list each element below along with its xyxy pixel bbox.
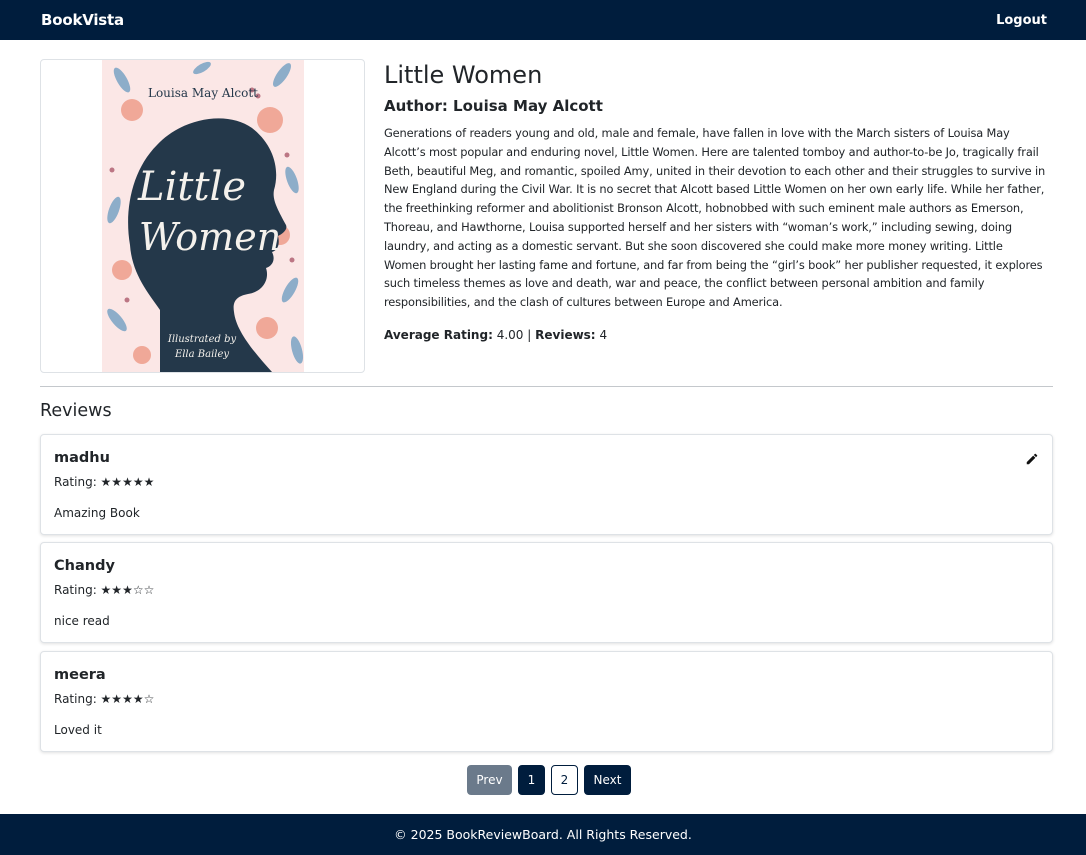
- review-text: Amazing Book: [54, 506, 140, 520]
- book-title: Little Women: [384, 61, 543, 89]
- cover-illustrated-line1: Illustrated by: [167, 334, 237, 345]
- brand-logo[interactable]: BookVista: [41, 11, 124, 29]
- cover-title-line1: Little: [137, 164, 246, 210]
- reviews-heading: Reviews: [40, 401, 112, 421]
- footer: © 2025 BookReviewBoard. All Rights Reser…: [0, 814, 1086, 855]
- prev-page-button[interactable]: Prev: [467, 765, 512, 795]
- pagination: Prev 1 2 Next: [467, 765, 631, 795]
- review-card: Chandy Rating: ★★★☆☆ nice read: [40, 542, 1053, 643]
- reviews-count-label: Reviews:: [535, 327, 596, 342]
- review-username: meera: [54, 667, 106, 683]
- review-text: nice read: [54, 614, 110, 628]
- review-rating: Rating: ★★★★☆: [54, 692, 155, 706]
- book-cover-card: Louisa May Alcott Little Women Illustrat…: [40, 59, 365, 373]
- navbar: BookVista Logout: [0, 0, 1086, 40]
- footer-copyright: © 2025 BookReviewBoard. All Rights Reser…: [394, 827, 692, 842]
- cover-illustrated-line2: Ella Bailey: [174, 349, 229, 360]
- review-rating: Rating: ★★★★★: [54, 475, 155, 489]
- review-rating: Rating: ★★★☆☆: [54, 583, 155, 597]
- cover-title-line2: Women: [139, 215, 281, 259]
- reviews-count-value: 4: [599, 327, 608, 342]
- review-card: meera Rating: ★★★★☆ Loved it: [40, 651, 1053, 752]
- review-card: madhu Rating: ★★★★★ Amazing Book: [40, 434, 1053, 535]
- page-1-button[interactable]: 1: [518, 765, 545, 795]
- average-rating-value: 4.00: [496, 327, 524, 342]
- book-author: Author: Louisa May Alcott: [384, 97, 603, 115]
- logout-button[interactable]: Logout: [996, 13, 1047, 28]
- stats-separator: |: [527, 327, 532, 342]
- page-2-button[interactable]: 2: [551, 765, 578, 795]
- pencil-icon[interactable]: [1025, 452, 1039, 466]
- book-details: Little Women Author: Louisa May Alcott G…: [384, 60, 1048, 344]
- section-divider: [40, 386, 1053, 387]
- book-stats: Average Rating: 4.00 | Reviews: 4: [384, 326, 1048, 344]
- review-username: madhu: [54, 450, 110, 466]
- next-page-button[interactable]: Next: [584, 765, 631, 795]
- average-rating-label: Average Rating:: [384, 327, 493, 342]
- book-cover-image: Louisa May Alcott Little Women Illustrat…: [102, 60, 304, 372]
- cover-author-text: Louisa May Alcott: [148, 86, 258, 100]
- book-description: Generations of readers young and old, ma…: [384, 126, 1046, 310]
- review-username: Chandy: [54, 558, 115, 574]
- review-text: Loved it: [54, 723, 102, 737]
